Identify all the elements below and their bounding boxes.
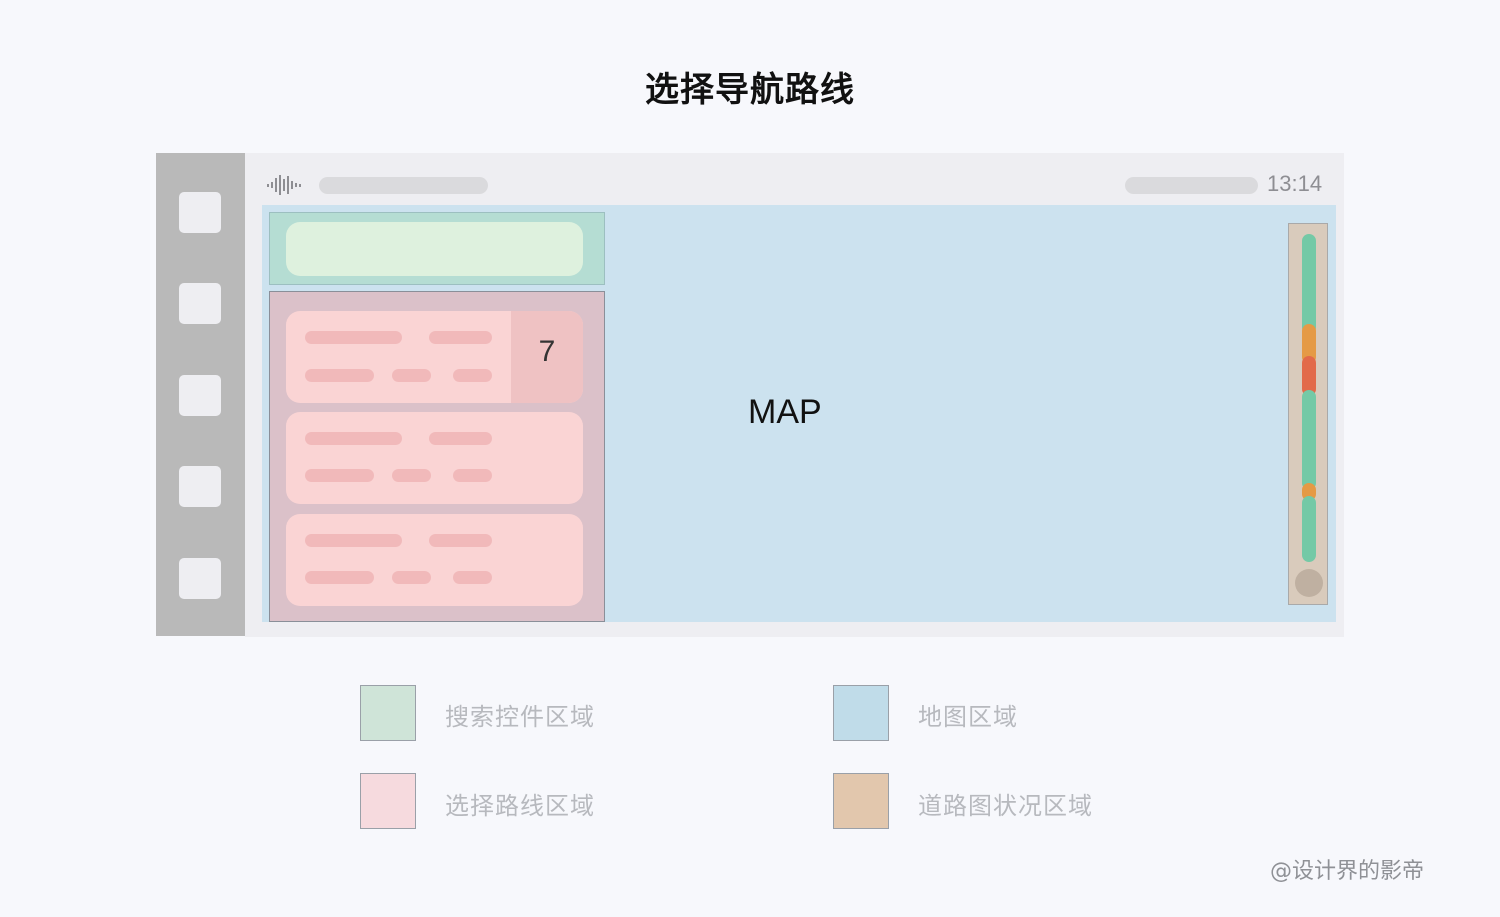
rail-button-4[interactable] bbox=[179, 466, 221, 507]
legend-swatch-map bbox=[833, 685, 889, 741]
road-traffic-area bbox=[1288, 223, 1328, 605]
car-screen: 13:14 MAP 7 bbox=[245, 153, 1344, 637]
status-placeholder-right bbox=[1125, 177, 1258, 194]
traffic-segment-green bbox=[1302, 496, 1316, 562]
route-selection-area: 7 bbox=[269, 291, 605, 622]
rail-button-5[interactable] bbox=[179, 558, 221, 599]
rail-button-3[interactable] bbox=[179, 375, 221, 416]
legend-swatch-traffic bbox=[833, 773, 889, 829]
route-card[interactable] bbox=[286, 412, 583, 504]
clock: 13:14 bbox=[1267, 171, 1323, 196]
rail-button-1[interactable] bbox=[179, 192, 221, 233]
legend-label-traffic: 道路图状况区域 bbox=[918, 792, 1093, 820]
traffic-segment-green bbox=[1302, 234, 1316, 334]
legend-swatch-route bbox=[360, 773, 416, 829]
search-control-area bbox=[269, 212, 605, 285]
map-area[interactable]: MAP 7 bbox=[262, 205, 1336, 622]
voice-wave-icon[interactable] bbox=[267, 175, 303, 195]
legend-label-route: 选择路线区域 bbox=[445, 792, 595, 820]
legend-swatch-search bbox=[360, 685, 416, 741]
author-credit: @设计界的影帝 bbox=[1270, 859, 1425, 884]
position-knob[interactable] bbox=[1295, 569, 1323, 597]
map-label: MAP bbox=[748, 393, 822, 431]
route-card[interactable] bbox=[286, 514, 583, 606]
legend-label-map: 地图区域 bbox=[918, 703, 1018, 731]
page-title: 选择导航路线 bbox=[645, 70, 855, 110]
route-badge: 7 bbox=[511, 311, 583, 403]
left-app-rail bbox=[156, 153, 245, 636]
search-box[interactable] bbox=[286, 222, 583, 276]
traffic-segment-green bbox=[1302, 390, 1316, 490]
status-placeholder-left bbox=[319, 177, 488, 194]
route-card[interactable]: 7 bbox=[286, 311, 583, 403]
legend-label-search: 搜索控件区域 bbox=[445, 703, 595, 731]
rail-button-2[interactable] bbox=[179, 283, 221, 324]
